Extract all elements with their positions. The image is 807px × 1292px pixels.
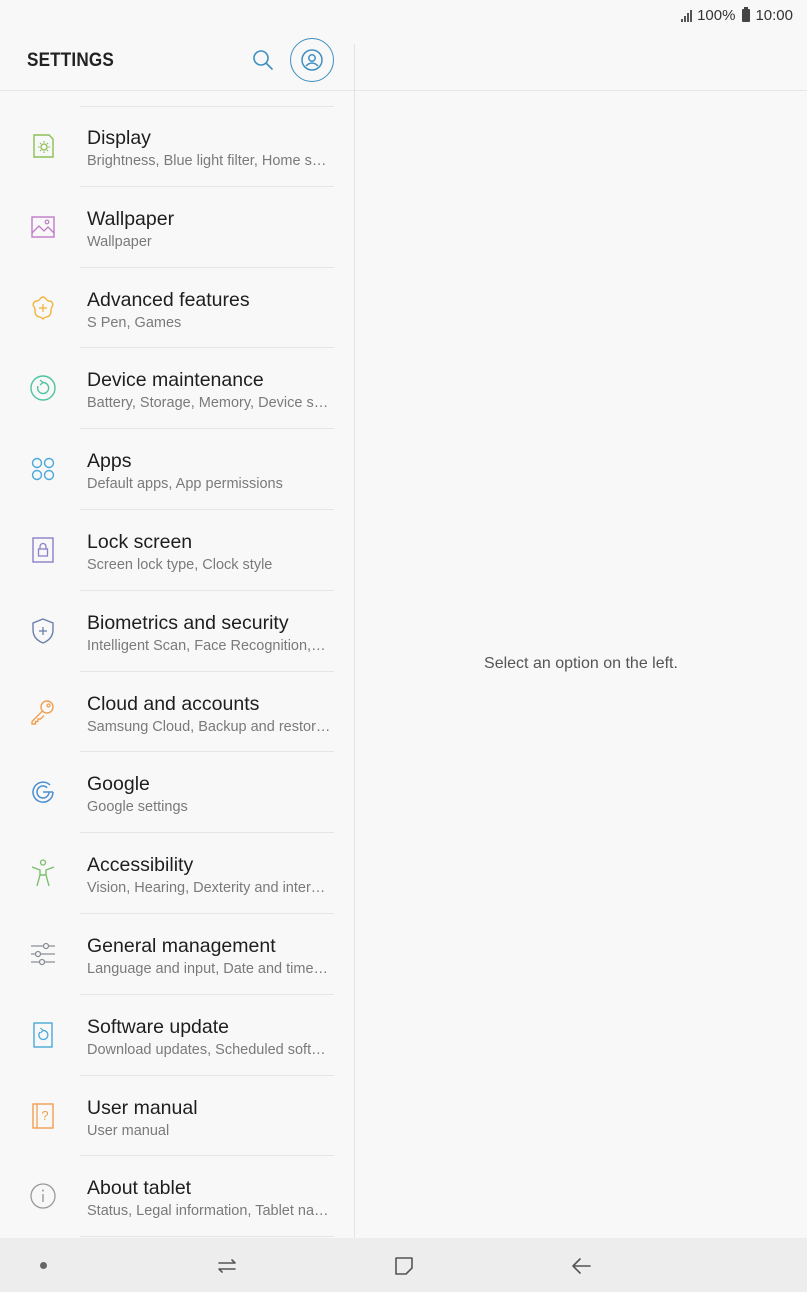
item-label: Wallpaper [87, 207, 175, 230]
item-subtitle: Download updates, Scheduled soft… [87, 1041, 326, 1058]
recent-apps-button[interactable] [212, 1252, 242, 1280]
item-label: Software update [87, 1015, 230, 1038]
divider [80, 1236, 334, 1238]
software-update-icon [27, 1019, 59, 1051]
settings-item-lock-screen[interactable]: Lock screen Screen lock type, Clock style [0, 510, 354, 591]
item-label: About tablet [87, 1177, 192, 1200]
nav-dot-icon[interactable] [40, 1262, 47, 1269]
item-subtitle: Default apps, App permissions [87, 476, 283, 493]
item-label: Biometrics and security [87, 611, 289, 634]
lock-icon [27, 534, 59, 566]
account-icon [301, 49, 323, 71]
settings-item-display[interactable]: Display Brightness, Blue light filter, Ho… [0, 106, 354, 187]
settings-item-apps[interactable]: Apps Default apps, App permissions [0, 429, 354, 510]
empty-state-message: Select an option on the left. [484, 655, 678, 672]
item-subtitle: Wallpaper [87, 233, 152, 250]
settings-item-general-management[interactable]: General management Language and input, Da… [0, 914, 354, 995]
navigation-bar [0, 1238, 807, 1292]
item-subtitle: Vision, Hearing, Dexterity and intera… [87, 880, 331, 897]
back-button[interactable] [566, 1252, 596, 1280]
item-label: Google [87, 773, 150, 796]
settings-item-accessibility[interactable]: Accessibility Vision, Hearing, Dexterity … [0, 833, 354, 914]
google-icon [27, 776, 59, 808]
item-label: General management [87, 934, 276, 957]
display-icon [27, 130, 59, 162]
home-button[interactable] [389, 1252, 419, 1280]
recent-apps-icon [218, 1259, 236, 1273]
item-subtitle: Battery, Storage, Memory, Device se… [87, 395, 331, 412]
settings-item-device-maintenance[interactable]: Device maintenance Battery, Storage, Memo… [0, 348, 354, 430]
detail-pane: Select an option on the left. [355, 91, 807, 1238]
settings-list: Display Brightness, Blue light filter, Ho… [0, 106, 354, 1238]
info-icon [27, 1180, 59, 1212]
item-label: User manual [87, 1096, 198, 1119]
key-icon [27, 696, 59, 728]
item-label: Cloud and accounts [87, 692, 260, 715]
item-subtitle: Google settings [87, 799, 188, 816]
item-subtitle: Brightness, Blue light filter, Home sc… [87, 153, 331, 169]
wallpaper-icon [27, 211, 59, 243]
page-title: SETTINGS [27, 50, 114, 71]
item-label: Display [87, 127, 151, 149]
item-label: Apps [87, 450, 132, 473]
user-manual-icon: ? [27, 1100, 59, 1132]
settings-item-biometrics-security[interactable]: Biometrics and security Intelligent Scan,… [0, 591, 354, 672]
search-button[interactable] [249, 46, 277, 74]
item-subtitle: Screen lock type, Clock style [87, 556, 273, 573]
settings-item-about-tablet[interactable]: About tablet Status, Legal information, T… [0, 1156, 354, 1238]
home-icon [395, 1257, 413, 1275]
settings-header: SETTINGS [0, 30, 354, 90]
clock: 10:00 [755, 6, 793, 24]
item-label: Lock screen [87, 530, 193, 553]
back-arrow-icon [572, 1258, 591, 1274]
item-subtitle: Samsung Cloud, Backup and restor… [87, 718, 331, 735]
item-label: Advanced features [87, 288, 250, 311]
item-subtitle: Intelligent Scan, Face Recognition,… [87, 637, 326, 654]
item-label: Accessibility [87, 854, 194, 877]
shield-icon [27, 615, 59, 647]
advanced-features-icon [27, 292, 59, 324]
account-button[interactable] [290, 38, 334, 82]
settings-item-google[interactable]: Google Google settings [0, 752, 354, 834]
accessibility-icon [27, 857, 59, 889]
sliders-icon [27, 938, 59, 970]
settings-item-wallpaper[interactable]: Wallpaper Wallpaper [0, 187, 354, 268]
settings-item-cloud-accounts[interactable]: Cloud and accounts Samsung Cloud, Backup … [0, 672, 354, 753]
item-label: Device maintenance [87, 369, 264, 392]
status-bar: 100% 10:00 [0, 0, 807, 30]
item-subtitle: User manual [87, 1122, 170, 1139]
signal-icon [681, 9, 693, 22]
device-maintenance-icon [27, 372, 59, 404]
item-subtitle: S Pen, Games [87, 314, 182, 331]
item-subtitle: Status, Legal information, Tablet na… [87, 1203, 329, 1220]
settings-item-user-manual[interactable]: ? User manual User manual [0, 1076, 354, 1157]
svg-text:?: ? [41, 1108, 48, 1123]
apps-icon [27, 453, 59, 485]
settings-item-software-update[interactable]: Software update Download updates, Schedul… [0, 995, 354, 1076]
battery-percent: 100% [697, 6, 736, 24]
item-subtitle: Language and input, Date and time,… [87, 960, 331, 977]
settings-item-advanced-features[interactable]: Advanced features S Pen, Games [0, 268, 354, 349]
search-icon [253, 50, 273, 70]
battery-icon [742, 6, 751, 22]
